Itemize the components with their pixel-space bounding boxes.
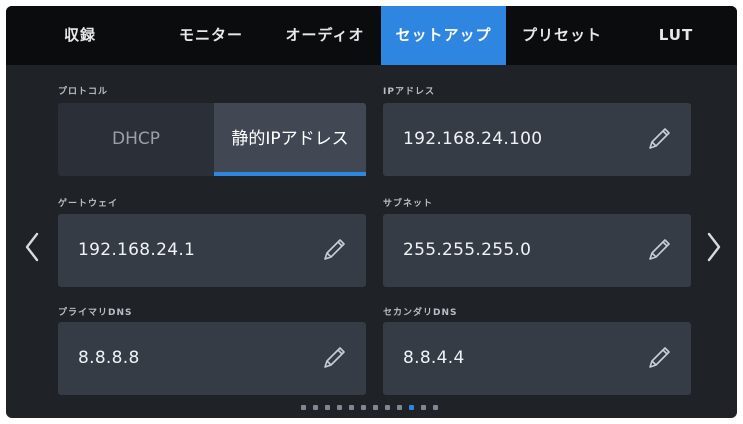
page-dot[interactable] xyxy=(385,405,390,410)
protocol-label: プロトコル xyxy=(58,87,109,97)
page-dot[interactable] xyxy=(325,405,330,410)
pencil-icon[interactable] xyxy=(645,125,673,153)
gateway-label: ゲートウェイ xyxy=(58,199,119,209)
subnet-label: サブネット xyxy=(383,199,434,209)
ip-address-label: IPアドレス xyxy=(383,87,435,97)
page-dot[interactable] xyxy=(409,405,414,410)
primary-dns-label: プライマリDNS xyxy=(58,308,133,318)
page-dot[interactable] xyxy=(421,405,426,410)
tab-record[interactable]: 収録 xyxy=(48,6,112,65)
page-dot[interactable] xyxy=(373,405,378,410)
gateway-value: 192.168.24.1 xyxy=(78,240,196,260)
tab-bar: 収録 モニター オーディオ セットアップ プリセット LUT xyxy=(6,6,737,65)
tab-audio[interactable]: オーディオ xyxy=(270,6,380,65)
tab-monitor[interactable]: モニター xyxy=(162,6,260,65)
page-dot[interactable] xyxy=(433,405,438,410)
setup-screen: 収録 モニター オーディオ セットアップ プリセット LUT プロトコル DHC… xyxy=(6,6,737,418)
tab-setup[interactable]: セットアップ xyxy=(381,6,506,65)
chevron-left-icon[interactable] xyxy=(24,232,40,262)
page-dot[interactable] xyxy=(301,405,306,410)
chevron-right-icon[interactable] xyxy=(706,232,722,262)
pencil-icon[interactable] xyxy=(645,344,673,372)
subnet-value: 255.255.255.0 xyxy=(403,240,532,260)
ip-address-value: 192.168.24.100 xyxy=(403,129,543,149)
protocol-static-ip-button[interactable]: 静的IPアドレス xyxy=(214,103,366,176)
selected-indicator xyxy=(214,172,366,176)
protocol-static-ip-label: 静的IPアドレス xyxy=(231,129,349,149)
secondary-dns-field[interactable]: 8.8.4.4 xyxy=(383,322,691,395)
secondary-dns-value: 8.8.4.4 xyxy=(403,348,465,368)
tab-lut[interactable]: LUT xyxy=(646,6,706,65)
primary-dns-field[interactable]: 8.8.8.8 xyxy=(58,322,366,395)
pencil-icon[interactable] xyxy=(320,236,348,264)
pencil-icon[interactable] xyxy=(320,344,348,372)
pencil-icon[interactable] xyxy=(645,236,673,264)
page-dot[interactable] xyxy=(349,405,354,410)
secondary-dns-label: セカンダリDNS xyxy=(383,308,458,318)
page-dot[interactable] xyxy=(313,405,318,410)
subnet-field[interactable]: 255.255.255.0 xyxy=(383,214,691,287)
tab-presets[interactable]: プリセット xyxy=(510,6,614,65)
page-dot[interactable] xyxy=(397,405,402,410)
page-dot[interactable] xyxy=(337,405,342,410)
protocol-dhcp-button[interactable]: DHCP xyxy=(58,103,214,176)
primary-dns-value: 8.8.8.8 xyxy=(78,348,140,368)
ip-address-field[interactable]: 192.168.24.100 xyxy=(383,103,691,176)
page-dot[interactable] xyxy=(361,405,366,410)
gateway-field[interactable]: 192.168.24.1 xyxy=(58,214,366,287)
